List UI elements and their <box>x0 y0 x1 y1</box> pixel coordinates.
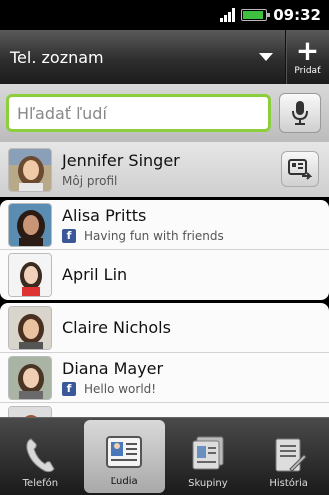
search-input[interactable] <box>6 94 271 132</box>
header-title: Tel. zoznam <box>10 47 104 67</box>
battery-icon <box>241 9 271 21</box>
contact-name: Alisa Pritts <box>62 205 147 225</box>
contact-name: Jennifer Singer <box>62 150 180 170</box>
status-text: Having fun with friends <box>84 228 224 243</box>
contact-row-partial[interactable] <box>0 403 329 417</box>
avatar <box>8 147 52 192</box>
voice-search-button[interactable] <box>279 93 321 133</box>
microphone-icon <box>292 101 308 125</box>
share-contact-card-button[interactable] <box>281 151 319 187</box>
bottom-tab-bar: Telefón Ľudia Skupiny História <box>0 417 329 495</box>
tab-label: Ľudia <box>110 476 138 487</box>
contact-row[interactable]: Diana Mayer f Hello world! <box>0 353 329 403</box>
contact-name: Claire Nichols <box>62 317 171 337</box>
history-icon <box>275 438 307 472</box>
search-bar <box>0 84 329 142</box>
avatar <box>8 253 52 297</box>
contact-card-icon <box>288 159 312 180</box>
tab-people[interactable]: Ľudia <box>83 420 165 493</box>
contact-subtitle: Môj profil <box>62 173 118 188</box>
contact-row[interactable]: Alisa Pritts f Having fun with friends <box>0 200 329 250</box>
avatar <box>8 405 52 417</box>
phone-icon <box>26 438 55 473</box>
plus-icon: + <box>295 34 320 67</box>
avatar <box>8 202 52 247</box>
contact-row[interactable]: April Lin <box>0 250 329 300</box>
contact-name: April Lin <box>62 265 128 284</box>
my-profile-row[interactable]: Jennifer Singer Môj profil <box>0 142 329 197</box>
status-text: Hello world! <box>84 381 157 396</box>
people-icon <box>106 436 143 468</box>
groups-icon <box>192 436 224 470</box>
avatar <box>8 305 52 350</box>
tab-phone[interactable]: Telefón <box>0 418 81 495</box>
tab-label: História <box>269 478 308 489</box>
tab-history[interactable]: História <box>248 418 329 495</box>
contact-name: Diana Mayer <box>62 358 164 378</box>
contact-status: f Hello world! <box>62 381 163 397</box>
contact-row[interactable]: Claire Nichols <box>0 303 329 353</box>
avatar <box>8 355 52 400</box>
header-bar: Tel. zoznam + Pridať <box>0 30 329 84</box>
contacts-view-dropdown[interactable]: Tel. zoznam <box>0 30 285 84</box>
signal-icon <box>220 8 236 22</box>
status-bar: 09:32 <box>0 0 329 30</box>
tab-groups[interactable]: Skupiny <box>168 418 249 495</box>
facebook-icon: f <box>62 381 76 396</box>
facebook-icon: f <box>62 228 76 243</box>
contact-list: Jennifer Singer Môj profil Alisa Pritts <box>0 142 329 417</box>
contact-status: f Having fun with friends <box>62 228 224 244</box>
add-contact-button[interactable]: + Pridať <box>286 30 329 84</box>
add-contact-label: Pridať <box>294 66 321 76</box>
status-time: 09:32 <box>273 6 321 24</box>
tab-label: Telefón <box>22 478 59 489</box>
tab-label: Skupiny <box>188 478 228 489</box>
dropdown-caret-icon <box>259 53 273 61</box>
